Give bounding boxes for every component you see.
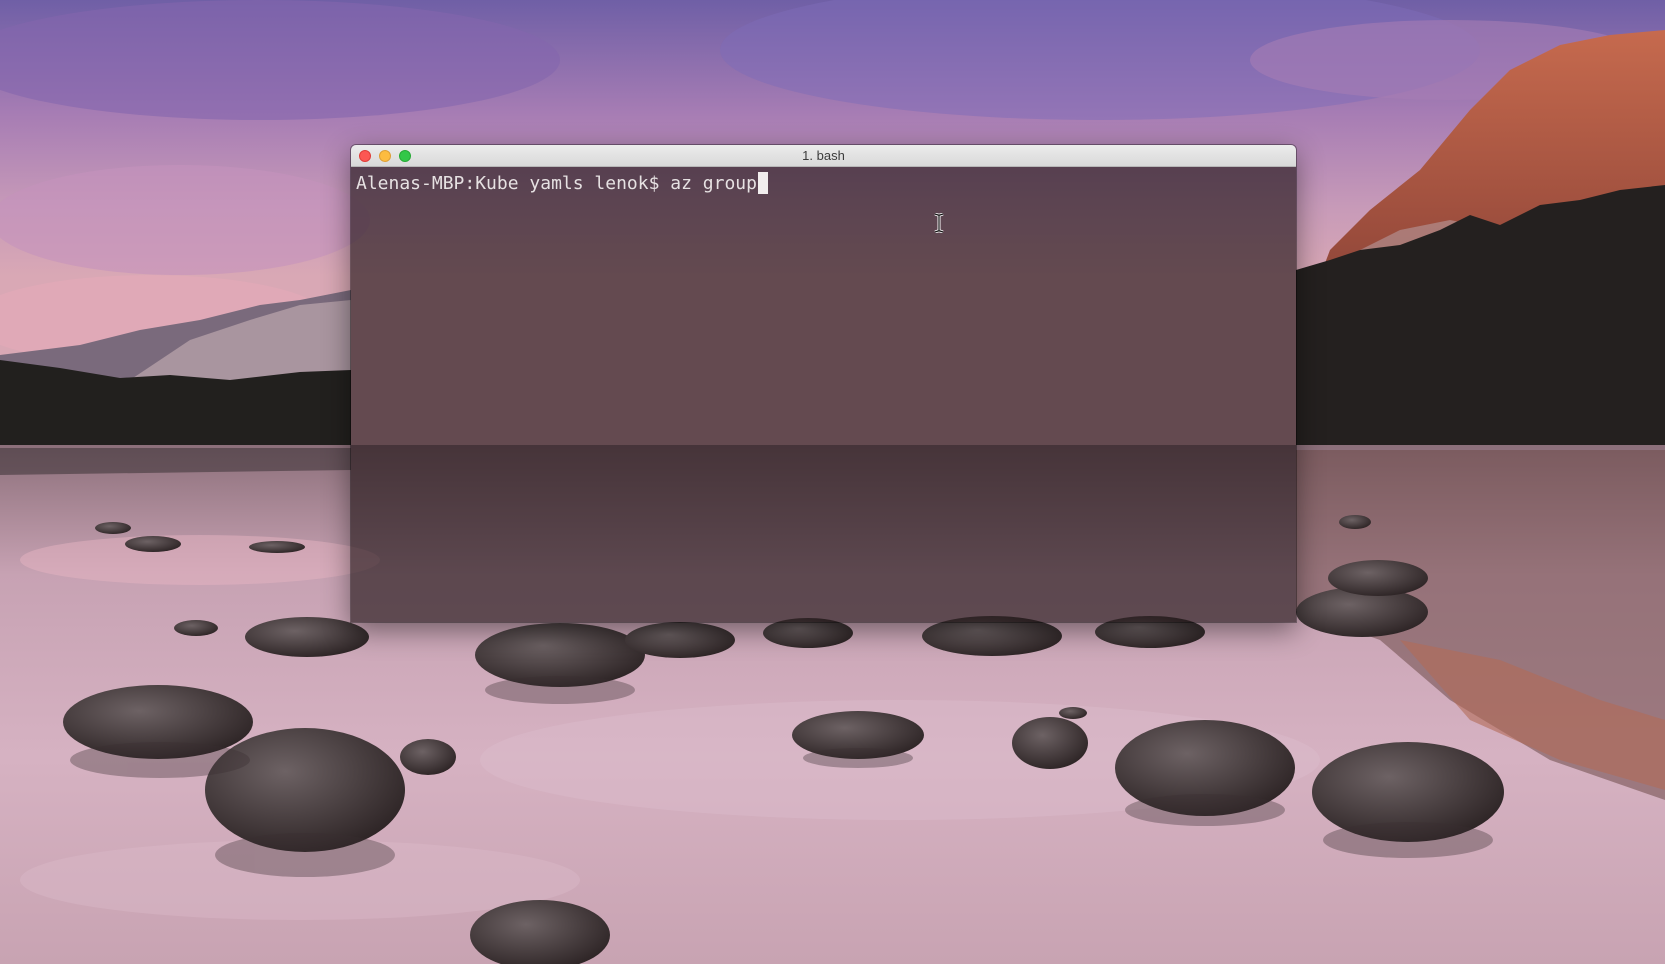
terminal-window[interactable]: 1. bash Alenas-MBP:Kube yamls lenok$ az … [351, 145, 1296, 622]
shell-prompt: Alenas-MBP:Kube yamls lenok$ [356, 173, 671, 194]
text-cursor [757, 172, 768, 194]
title-bar[interactable]: 1. bash [351, 145, 1296, 167]
window-title: 1. bash [802, 148, 845, 163]
text-cursor-icon [934, 213, 944, 233]
desktop: 1. bash Alenas-MBP:Kube yamls lenok$ az … [0, 0, 1665, 964]
command-input[interactable]: az group [670, 173, 757, 194]
terminal-output-area[interactable]: Alenas-MBP:Kube yamls lenok$ az group [351, 167, 1296, 622]
command-line[interactable]: Alenas-MBP:Kube yamls lenok$ az group [356, 172, 768, 196]
